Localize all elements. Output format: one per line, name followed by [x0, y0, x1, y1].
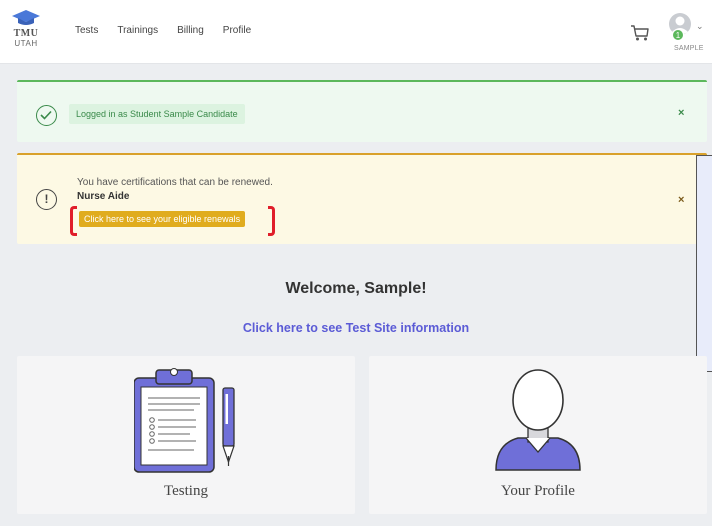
test-site-info-link[interactable]: Click here to see Test Site information	[0, 321, 712, 335]
login-success-alert: Logged in as Student Sample Candidate ×	[17, 80, 707, 142]
top-header: TMU UTAH Tests Trainings Billing Profile…	[0, 0, 712, 64]
renewal-warning-alert: ! You have certifications that can be re…	[17, 153, 707, 244]
nav-profile[interactable]: Profile	[223, 25, 251, 36]
renewal-message: You have certifications that can be rene…	[77, 177, 273, 188]
check-circle-icon	[36, 105, 57, 126]
welcome-heading: Welcome, Sample!	[285, 280, 427, 297]
cart-icon	[631, 25, 649, 41]
user-menu[interactable]: 1 ⌄ SAMPLE	[664, 12, 712, 58]
profile-card-label: Your Profile	[501, 483, 575, 499]
exclamation-circle-icon: !	[36, 189, 57, 210]
nav-trainings[interactable]: Trainings	[117, 25, 158, 36]
tmu-logo[interactable]: TMU UTAH	[6, 10, 46, 58]
profile-card[interactable]: Your Profile	[369, 356, 707, 514]
side-panel-edge[interactable]	[696, 155, 712, 372]
testing-card-label: Testing	[164, 483, 208, 499]
eligible-renewals-button[interactable]: Click here to see your eligible renewals	[79, 211, 246, 227]
chevron-down-icon: ⌄	[696, 21, 704, 31]
main-nav: Tests Trainings Billing Profile	[75, 25, 251, 36]
nav-billing[interactable]: Billing	[177, 25, 204, 36]
nav-tests[interactable]: Tests	[75, 25, 98, 36]
login-status-text: Logged in as Student Sample Candidate	[69, 104, 245, 124]
graduation-cap-icon	[12, 10, 40, 25]
testing-card[interactable]: Testing	[17, 356, 355, 514]
notification-badge: 1	[672, 29, 684, 41]
highlight-bracket-left	[70, 206, 77, 236]
close-success-alert-button[interactable]: ×	[678, 107, 684, 119]
logo-text-tmu: TMU	[13, 28, 39, 39]
clipboard-icon	[134, 368, 235, 473]
certification-name: Nurse Aide	[77, 191, 130, 202]
user-name-label: SAMPLE	[674, 45, 704, 52]
logo-text-utah: UTAH	[14, 39, 38, 48]
highlight-bracket-right	[268, 206, 275, 236]
cart-button[interactable]	[630, 24, 650, 47]
profile-person-icon	[495, 369, 581, 471]
close-warning-alert-button[interactable]: ×	[678, 194, 684, 206]
